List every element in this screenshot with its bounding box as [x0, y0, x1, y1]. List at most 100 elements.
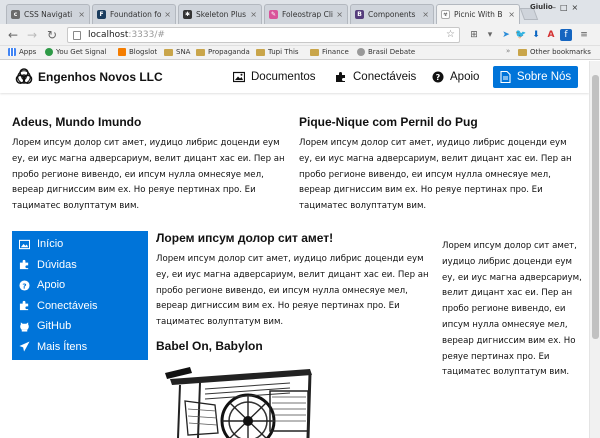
image-icon [233, 71, 245, 83]
sidebar-item-label: Dúvidas [37, 258, 77, 271]
overflow-chevron-icon[interactable]: » [506, 47, 510, 55]
twitter-icon[interactable]: 🐦 [515, 29, 527, 41]
nav-label: Documentos [251, 71, 316, 83]
nav-label: Conectáveis [353, 71, 417, 83]
svg-text:?: ? [22, 281, 26, 290]
sidebar-item-mais-itens[interactable]: Mais Ítens [12, 337, 148, 358]
browser-toolbar: ← → ↻ localhost:3333/# ☆ ⊞ ▾ ➤ 🐦 ⬇ A f ≡ [0, 24, 600, 46]
blogger-icon [118, 48, 126, 56]
puzzle-icon [336, 72, 345, 82]
browser-tab[interactable]: ✎ Foleostrap Cli × [264, 4, 348, 24]
bookmark-label: Apps [19, 48, 37, 56]
bookmark-label: Tupi This [268, 48, 299, 56]
close-icon[interactable]: × [422, 10, 429, 19]
machine-engraving-image [165, 367, 312, 438]
translate-icon[interactable]: ⊞ [468, 29, 480, 41]
facebook-icon[interactable]: f [560, 29, 572, 41]
send-icon [19, 341, 30, 352]
bookmark-item[interactable]: Brasil Debate [357, 48, 415, 56]
address-bar[interactable]: localhost:3333/# ☆ [67, 27, 460, 43]
bookmark-label: Other bookmarks [530, 48, 591, 56]
bookmark-label: Brasil Debate [368, 48, 416, 56]
acrobat-icon[interactable]: A [545, 29, 557, 41]
bookmark-folder[interactable]: Tupi This [256, 48, 299, 56]
close-icon[interactable]: × [250, 10, 257, 19]
bookmark-folder[interactable]: SNA [164, 48, 190, 56]
bookmark-folder[interactable]: Propaganda [196, 48, 250, 56]
bookmarks-bar: Apps You Get Signal Blogslot SNA Propaga… [0, 46, 600, 60]
close-icon[interactable]: × [78, 10, 85, 19]
sidebar-item-conectaveis[interactable]: Conectáveis [12, 296, 148, 317]
page-icon [357, 48, 365, 56]
aside-paragraph: Лорем ипсум долор сит амет, иудицо либри… [442, 241, 582, 378]
puzzle-icon [19, 260, 29, 270]
sidebar-item-label: Início [37, 238, 64, 251]
babel-heading: Babel On, Babylon [156, 339, 263, 353]
section-heading-left: Adeus, Mundo Imundo [12, 115, 142, 129]
section-heading-right: Pique-Nique com Pernil do Pug [299, 115, 478, 129]
page-scrollbar[interactable] [589, 61, 600, 438]
paragraph-left: Лорем ипсум долор сит амет, иудицо либри… [12, 138, 285, 212]
article-paragraph: Лорем ипсум долор сит амет, иудицо либри… [156, 254, 429, 328]
sidebar-item-duvidas[interactable]: Dúvidas [12, 255, 148, 276]
menu-icon[interactable]: ≡ [578, 29, 590, 41]
article-heading: Лорем ипсум долор сит амет! [156, 231, 334, 245]
close-icon[interactable]: × [336, 10, 343, 19]
tab-title: Skeleton Plus [196, 10, 247, 19]
apps-grid-icon [8, 48, 16, 56]
sidebar-item-inicio[interactable]: Início [12, 234, 148, 255]
browser-tab[interactable]: F Foundation fo × [92, 4, 176, 24]
github-icon [20, 322, 29, 332]
user-badge[interactable]: Giulio [530, 3, 553, 11]
foleostrap-favicon-icon: ✎ [269, 10, 278, 19]
browser-tab-active[interactable]: ☣ Picnic With B × [436, 4, 520, 24]
folder-icon [196, 48, 205, 56]
extension-icon[interactable]: ▾ [484, 29, 496, 41]
url-rest: :3333/# [128, 30, 165, 40]
globe-icon [45, 48, 53, 56]
bookmark-folder[interactable]: Finance [310, 48, 349, 56]
close-icon[interactable]: × [508, 10, 515, 19]
browser-tab[interactable]: c CSS Navigati × [6, 4, 90, 24]
sidebar-item-label: Conectáveis [37, 299, 98, 312]
nav-conectaveis[interactable]: Conectáveis [335, 67, 416, 87]
site-navbar: Engenhos Novos LLC Documentos Conectávei… [0, 61, 589, 93]
nav-apoio[interactable]: ? Apoio [432, 67, 479, 87]
star-icon[interactable]: ☆ [446, 28, 455, 42]
browser-tab[interactable]: B Components × [350, 4, 434, 24]
document-icon [500, 71, 511, 83]
puzzle-icon [19, 301, 29, 311]
arrow-extension-icon[interactable]: ➤ [500, 29, 512, 41]
forward-arrow-icon[interactable]: → [24, 27, 40, 43]
folder-icon [518, 48, 527, 56]
nav-documentos[interactable]: Documentos [233, 67, 316, 87]
sidebar-item-github[interactable]: GitHub [12, 316, 148, 337]
sidebar-item-label: GitHub [37, 320, 72, 333]
bookmark-item[interactable]: Blogslot [118, 48, 157, 56]
scrollbar-thumb[interactable] [592, 75, 599, 339]
close-icon[interactable]: × [164, 10, 171, 19]
bootstrap-favicon-icon: B [355, 10, 364, 19]
back-arrow-icon[interactable]: ← [5, 27, 21, 43]
tab-title: Foundation fo [110, 10, 162, 19]
css-favicon-icon: c [11, 10, 20, 19]
reload-icon[interactable]: ↻ [44, 27, 60, 43]
browser-tab[interactable]: ✱ Skeleton Plus × [178, 4, 262, 24]
image-icon [19, 239, 30, 249]
tab-title: CSS Navigati [24, 10, 73, 19]
bookmark-other[interactable]: Other bookmarks [518, 48, 591, 56]
bookmark-label: Blogslot [129, 48, 158, 56]
svg-text:?: ? [436, 73, 441, 82]
url-host: localhost [88, 30, 129, 40]
page-viewport: Engenhos Novos LLC Documentos Conectávei… [0, 61, 589, 438]
bookmark-item[interactable]: You Get Signal [45, 48, 107, 56]
nav-label: Apoio [450, 71, 480, 83]
bookmark-apps[interactable]: Apps [8, 48, 36, 56]
brand[interactable]: Engenhos Novos LLC [14, 67, 163, 87]
question-circle-icon: ? [432, 71, 444, 83]
download-icon[interactable]: ⬇ [530, 29, 542, 41]
sobre-nos-button[interactable]: Sobre Nós [493, 66, 578, 88]
bookmark-label: Finance [322, 48, 349, 56]
sidebar-item-apoio[interactable]: ? Apoio [12, 275, 148, 296]
window-controls[interactable]: –□× [552, 3, 582, 12]
